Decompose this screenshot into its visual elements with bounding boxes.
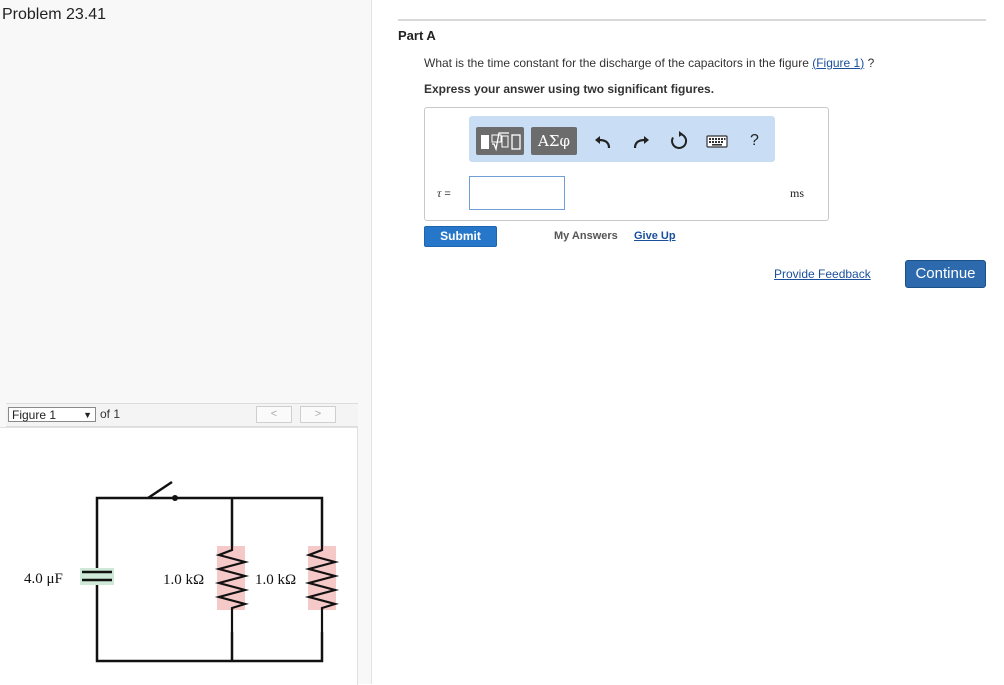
submit-button[interactable]: Submit [424, 226, 497, 247]
resistor-2 [304, 546, 340, 632]
math-toolbar: ΑΣφ ? [469, 116, 775, 162]
give-up-link[interactable]: Give Up [634, 230, 676, 242]
figure-select[interactable]: Figure 1 ▼ [8, 407, 96, 422]
capacitor-label: 4.0 μF [24, 571, 63, 587]
next-figure-button[interactable]: > [300, 406, 336, 423]
answer-input[interactable] [469, 176, 565, 210]
instruction-text: Express your answer using two significan… [424, 82, 715, 96]
undo-icon[interactable] [591, 129, 615, 153]
figure-panel: 4.0 μF 1.0 kΩ 1.0 kΩ [0, 427, 358, 685]
unit-label: ms [790, 186, 805, 200]
divider [398, 19, 986, 21]
greek-symbols-button[interactable]: ΑΣφ [531, 127, 577, 155]
figure-link[interactable]: (Figure 1) [812, 56, 864, 70]
redo-icon[interactable] [629, 129, 653, 153]
part-label: Part A [398, 28, 436, 43]
figure-select-value: Figure 1 [12, 408, 57, 422]
circuit-diagram: 4.0 μF 1.0 kΩ 1.0 kΩ [24, 480, 340, 663]
resistor-1 [214, 546, 250, 632]
continue-button[interactable]: Continue [905, 260, 986, 288]
resistor-2-label: 1.0 kΩ [255, 572, 296, 588]
reset-icon[interactable] [667, 129, 691, 153]
previous-figure-button[interactable]: < [256, 406, 292, 423]
figure-count: of 1 [100, 407, 121, 421]
question-body: What is the time constant for the discha… [424, 56, 813, 70]
templates-button[interactable] [476, 127, 524, 155]
resistor-1-label: 1.0 kΩ [163, 572, 204, 588]
my-answers-label: My Answers [554, 230, 618, 242]
figure-navigation-bar: Figure 1 ▼ of 1 < > [6, 403, 358, 427]
provide-feedback-link[interactable]: Provide Feedback [774, 267, 871, 281]
question-end: ? [864, 56, 875, 70]
capacitor [80, 568, 114, 585]
variable-label: τ = [437, 186, 451, 201]
templates-icon [481, 132, 521, 152]
equals-sign: = [444, 188, 451, 200]
figure-link-label: Figure 1 [816, 56, 861, 70]
chevron-down-icon: ▼ [83, 410, 92, 420]
help-button[interactable]: ? [750, 129, 759, 153]
variable-symbol: τ [437, 186, 442, 200]
answer-box: ΑΣφ ? τ = ms [424, 107, 829, 221]
keyboard-icon[interactable] [705, 129, 729, 153]
left-pane: Problem 23.41 Figure 1 ▼ of 1 < > 4.0 μF… [0, 0, 372, 685]
problem-title: Problem 23.41 [2, 6, 107, 23]
question-text: What is the time constant for the discha… [424, 56, 874, 70]
